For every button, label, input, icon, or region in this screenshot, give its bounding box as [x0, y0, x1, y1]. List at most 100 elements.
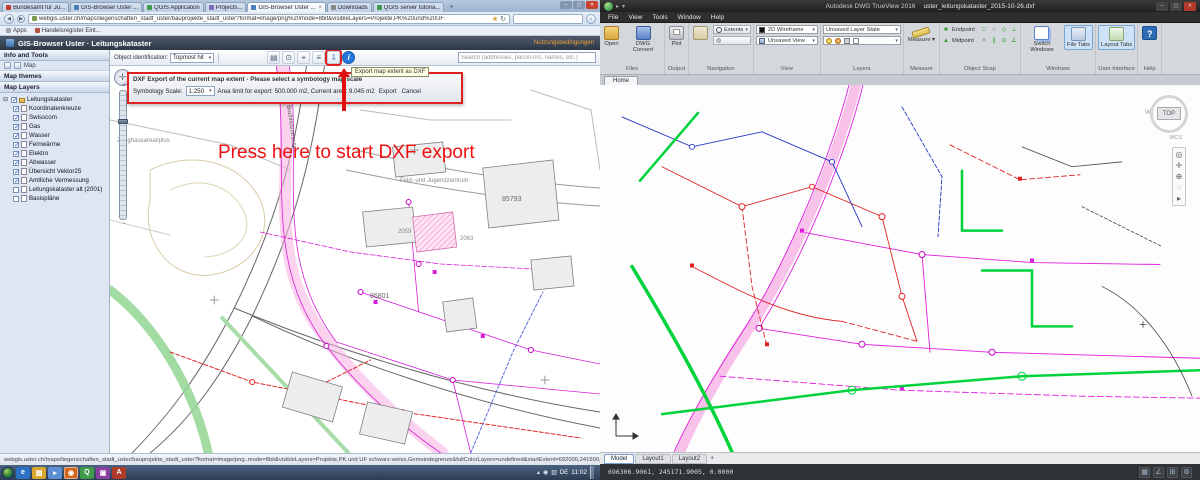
node-snap-icon[interactable]: □ — [980, 27, 988, 33]
center-snap-icon[interactable]: ○ — [990, 27, 998, 33]
navigation-wheel-icon[interactable]: ◎ — [1176, 150, 1183, 159]
named-view-select[interactable]: Unsaved View▾ — [756, 36, 818, 45]
identify-tool-button[interactable]: ⌖ — [297, 51, 310, 64]
close-button[interactable]: ✕ — [1184, 2, 1196, 11]
measure-button[interactable]: Measure ▾ — [906, 25, 937, 44]
network-icon[interactable]: ▥ — [551, 469, 557, 476]
layer-checkbox[interactable] — [13, 169, 19, 175]
browser-tab[interactable]: QGIS Application — [143, 2, 204, 12]
url-bar[interactable]: webgis.uster.ch/maps/liegenschaften_stad… — [28, 14, 510, 24]
help-button[interactable]: ? — [1140, 25, 1159, 41]
taskbar-item-acrobat[interactable]: A — [112, 467, 126, 479]
info-button[interactable]: i — [342, 51, 355, 64]
layer-item[interactable]: Basispläne — [0, 194, 109, 203]
minimize-button[interactable]: – — [560, 1, 572, 9]
switch-windows-button[interactable]: Switch Windows — [1023, 25, 1061, 54]
intersection-snap-icon[interactable]: × — [980, 38, 988, 44]
qat-open-icon[interactable]: ▸ — [616, 3, 619, 10]
layer-select[interactable]: ▾ — [823, 36, 901, 45]
language-indicator[interactable]: DE — [560, 470, 568, 476]
plot-button[interactable]: Plot — [667, 25, 686, 48]
dwg-convert-button[interactable]: DWG Convert — [624, 25, 662, 54]
qat-plot-icon[interactable]: ▾ — [622, 3, 625, 10]
taskbar-item-explorer[interactable]: ▨ — [32, 467, 46, 479]
quadrant-snap-icon[interactable]: ◇ — [1000, 26, 1008, 33]
trueview-logo-icon[interactable] — [604, 2, 613, 11]
visual-style-select[interactable]: 2D Wireframe▾ — [756, 25, 818, 34]
settings-gear-icon[interactable]: ⚙ — [1181, 467, 1192, 478]
layer-item-root[interactable]: ⊟Leitungskataster — [0, 95, 109, 104]
open-button[interactable]: Open — [602, 25, 621, 48]
menu-window[interactable]: Window — [678, 14, 701, 21]
menu-tools[interactable]: Tools — [652, 14, 667, 21]
showmotion-icon[interactable]: ▸ — [1177, 194, 1181, 203]
layer-item[interactable]: Koordinatenkreuze — [0, 104, 109, 113]
layer-checkbox[interactable] — [13, 124, 19, 130]
print-tool-button[interactable]: ⊙ — [282, 51, 295, 64]
layout2-tab[interactable]: Layout2 — [672, 454, 707, 464]
browser-tab[interactable]: GIS-Browser Uster ... — [70, 2, 142, 12]
map-zoom-slider[interactable]: + − — [119, 90, 127, 220]
tray-expand-icon[interactable]: ▴ — [537, 469, 540, 476]
forward-button[interactable]: ▶ — [17, 15, 25, 23]
menu-help[interactable]: Help — [711, 14, 724, 21]
browser-tab-active[interactable]: GIS-Browser Uster ...× — [247, 2, 326, 12]
taskbar-item-qgis[interactable]: Q — [80, 467, 94, 479]
menu-file[interactable]: File — [608, 14, 618, 21]
cad-canvas[interactable]: TOP W WCS ◎ ✛ ⊕ ◌ ▸ — [600, 85, 1200, 452]
zoom-icon[interactable]: ⊕ — [1176, 172, 1183, 181]
measure-tool-button[interactable]: ▤ — [267, 51, 280, 64]
tangent-snap-icon[interactable]: ⊙ — [1000, 37, 1008, 44]
maximize-button[interactable]: ▢ — [1170, 2, 1182, 11]
wcs-menu[interactable]: WCS — [1169, 135, 1182, 141]
minimize-button[interactable]: – — [1156, 2, 1168, 11]
volume-icon[interactable]: ◉ — [543, 469, 548, 476]
menu-view[interactable]: View — [628, 14, 642, 21]
layer-item[interactable]: Gas — [0, 122, 109, 131]
zoom-out-icon[interactable]: − — [120, 221, 128, 227]
layout1-tab[interactable]: Layout1 — [635, 454, 670, 464]
browser-tab[interactable]: Downloads — [327, 2, 372, 12]
snap-toggle-icon[interactable]: ⊞ — [1167, 467, 1178, 478]
model-tab[interactable]: Model — [604, 454, 634, 464]
parallel-snap-icon[interactable]: ∥ — [990, 37, 998, 44]
zoom-slider-handle[interactable] — [118, 119, 128, 124]
layer-item[interactable]: Leitungskataster alt (2001) — [0, 185, 109, 194]
maximize-button[interactable]: ▢ — [573, 1, 585, 9]
layer-checkbox[interactable] — [13, 187, 19, 193]
layer-checkbox[interactable] — [13, 142, 19, 148]
export-dxf-button[interactable]: ⇩ — [327, 51, 340, 64]
tab-close-icon[interactable]: × — [318, 5, 322, 11]
midpoint-snap-icon[interactable]: ▲ — [942, 38, 950, 44]
layer-item[interactable]: Übersicht Vektor25 — [0, 167, 109, 176]
layer-item[interactable]: Wasser — [0, 131, 109, 140]
layer-checkbox[interactable] — [13, 160, 19, 166]
close-button[interactable]: ✕ — [586, 1, 598, 9]
layer-item[interactable]: Swisscom — [0, 113, 109, 122]
layer-checkbox[interactable] — [13, 133, 19, 139]
start-button[interactable] — [2, 467, 14, 479]
export-button[interactable]: Export — [378, 88, 398, 95]
layer-checkbox[interactable] — [13, 196, 19, 202]
map-themes-header[interactable]: Map themes — [0, 71, 109, 82]
taskbar-clock[interactable]: 11:02 — [571, 469, 587, 476]
browser-search-box[interactable] — [513, 14, 583, 24]
layout-tabs-button[interactable]: Layout Tabs — [1098, 25, 1135, 50]
endpoint-snap-icon[interactable]: ■ — [942, 27, 950, 33]
show-desktop-button[interactable] — [590, 466, 594, 479]
orbit-button[interactable]: ◎ — [713, 36, 751, 45]
file-tabs-button[interactable]: File Tabs — [1064, 25, 1093, 50]
new-layout-button[interactable]: + — [710, 455, 714, 462]
orbit-icon[interactable]: ◌ — [1177, 183, 1182, 192]
layer-item[interactable]: Amtliche Vermessung — [0, 176, 109, 185]
layer-checkbox[interactable] — [13, 115, 19, 121]
bookmark-star-icon[interactable]: ★ — [492, 15, 498, 23]
viewcube-top-face[interactable]: TOP — [1157, 107, 1181, 120]
grid-toggle-icon[interactable]: ▦ — [1139, 467, 1150, 478]
terms-link[interactable]: Nutzungsbedingungen — [534, 40, 594, 46]
taskbar-item-ie[interactable]: e — [16, 467, 30, 479]
tree-expander-icon[interactable]: ⊟ — [3, 96, 9, 103]
browser-tab[interactable]: Bundesamt für Ju... — [2, 2, 69, 12]
bookmark-item[interactable]: Handelsregister Eint... — [35, 28, 101, 34]
layer-item[interactable]: Fernwärme — [0, 140, 109, 149]
